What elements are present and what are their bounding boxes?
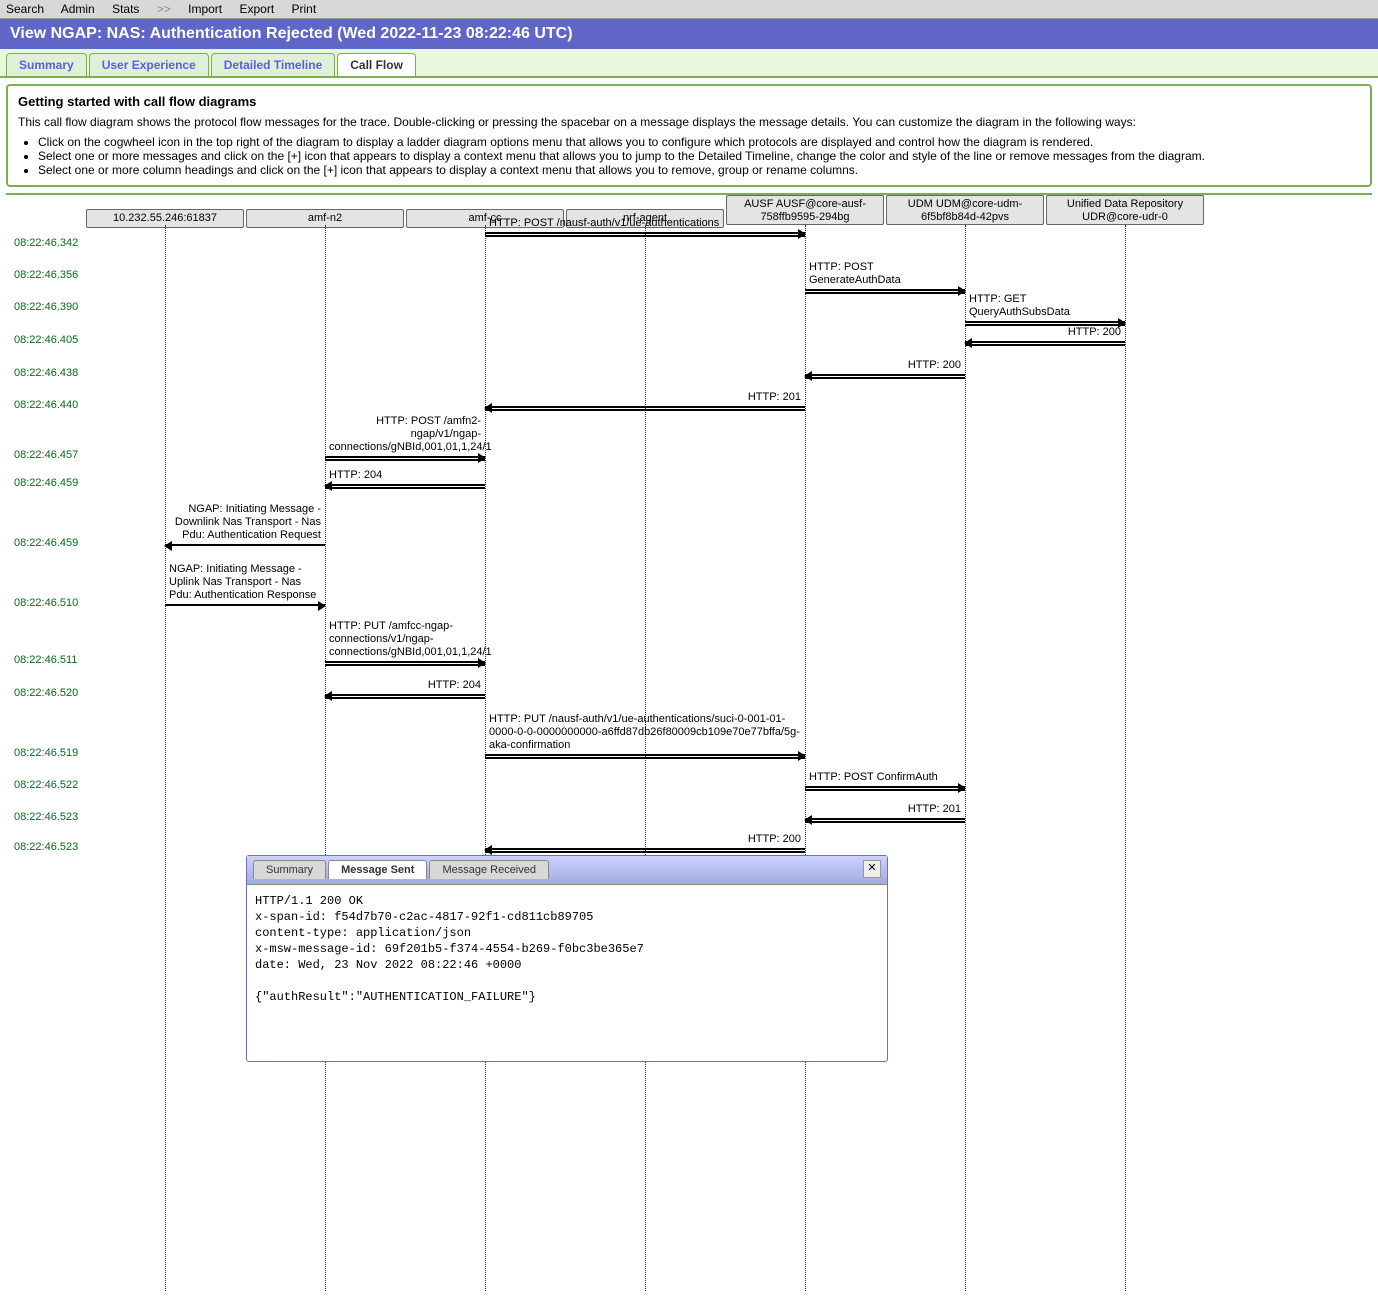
message-label: HTTP: 201 <box>805 803 965 818</box>
message[interactable]: HTTP: POST /amfn2-ngap/v1/ngap-connectio… <box>325 415 485 456</box>
message[interactable]: HTTP: 201 <box>805 803 965 818</box>
timestamp: 08:22:46.405 <box>14 334 78 346</box>
message[interactable]: HTTP: POST GenerateAuthData <box>805 261 965 289</box>
timestamp: 08:22:46.511 <box>14 654 77 666</box>
message-label: HTTP: 200 <box>965 326 1125 341</box>
menu-admin[interactable]: Admin <box>61 2 95 16</box>
timestamp: 08:22:46.523 <box>14 811 78 823</box>
page-title: View NGAP: NAS: Authentication Rejected … <box>0 19 1378 49</box>
tab-detailed-timeline[interactable]: Detailed Timeline <box>211 53 335 76</box>
help-bullet: Select one or more messages and click on… <box>38 149 1360 163</box>
top-menu: Search Admin Stats >> Import Export Prin… <box>0 0 1378 19</box>
timestamp: 08:22:46.520 <box>14 687 78 699</box>
lifeline <box>965 225 966 1291</box>
panel-tab-message-sent[interactable]: Message Sent <box>328 860 427 879</box>
message[interactable]: HTTP: PUT /amfcc-ngap-connections/v1/nga… <box>325 620 485 661</box>
menu-import[interactable]: Import <box>188 2 222 16</box>
message[interactable]: HTTP: GET QueryAuthSubsData <box>965 293 1125 321</box>
message[interactable]: HTTP: POST /nausf-auth/v1/ue-authenticat… <box>485 217 805 232</box>
timestamp: 08:22:46.523 <box>14 841 78 853</box>
timestamp: 08:22:46.522 <box>14 779 78 791</box>
message[interactable]: HTTP: PUT /nausf-auth/v1/ue-authenticati… <box>485 713 805 754</box>
message-label: HTTP: PUT /amfcc-ngap-connections/v1/nga… <box>325 620 485 661</box>
menu-stats[interactable]: Stats <box>112 2 139 16</box>
message-detail-panel: SummaryMessage SentMessage Received ✕ HTTP… <box>246 855 888 1062</box>
timestamp: 08:22:46.519 <box>14 747 78 759</box>
message[interactable]: HTTP: 204 <box>325 679 485 694</box>
column-header[interactable]: Unified Data Repository UDR@core-udr-0 <box>1046 195 1204 225</box>
close-icon[interactable]: ✕ <box>863 860 881 878</box>
message-label: NGAP: Initiating Message - Downlink Nas … <box>165 503 325 544</box>
timestamp: 08:22:46.457 <box>14 449 78 461</box>
help-bullet: Click on the cogwheel icon in the top ri… <box>38 135 1360 149</box>
lifeline <box>1125 225 1126 1291</box>
message[interactable]: HTTP: 204 <box>325 469 485 484</box>
help-intro: This call flow diagram shows the protoco… <box>18 115 1360 129</box>
help-bullets: Click on the cogwheel icon in the top ri… <box>38 135 1360 177</box>
message-label: HTTP: POST GenerateAuthData <box>805 261 965 289</box>
panel-body: HTTP/1.1 200 OK x-span-id: f54d7b70-c2ac… <box>247 885 887 1061</box>
panel-tab-summary[interactable]: Summary <box>253 860 326 879</box>
timestamp: 08:22:46.356 <box>14 269 78 281</box>
message-label: HTTP: 204 <box>325 469 485 484</box>
message-label: HTTP: 200 <box>485 833 805 848</box>
tab-summary[interactable]: Summary <box>6 53 87 76</box>
lifeline <box>165 225 166 1291</box>
panel-tab-message-received[interactable]: Message Received <box>429 860 549 879</box>
panel-header: SummaryMessage SentMessage Received ✕ <box>247 856 887 885</box>
menu-print[interactable]: Print <box>292 2 317 16</box>
message[interactable]: HTTP: POST ConfirmAuth <box>805 771 965 786</box>
menu-export[interactable]: Export <box>239 2 274 16</box>
message[interactable]: NGAP: Initiating Message - Uplink Nas Tr… <box>165 563 325 604</box>
help-box: Getting started with call flow diagrams … <box>6 84 1372 187</box>
menu-search[interactable]: Search <box>6 2 44 16</box>
message-label: HTTP: PUT /nausf-auth/v1/ue-authenticati… <box>485 713 805 754</box>
tab-user-experience[interactable]: User Experience <box>89 53 209 76</box>
message-label: HTTP: 204 <box>325 679 485 694</box>
message[interactable]: HTTP: 200 <box>485 833 805 848</box>
message-label: NGAP: Initiating Message - Uplink Nas Tr… <box>165 563 325 604</box>
tab-call-flow[interactable]: Call Flow <box>337 53 416 76</box>
message-label: HTTP: POST /nausf-auth/v1/ue-authenticat… <box>485 217 805 232</box>
menu-separator: >> <box>157 2 171 16</box>
timestamp: 08:22:46.438 <box>14 367 78 379</box>
message-label: HTTP: GET QueryAuthSubsData <box>965 293 1125 321</box>
timestamp: 08:22:46.440 <box>14 399 78 411</box>
lifeline <box>325 225 326 1291</box>
help-bullet: Select one or more column headings and c… <box>38 163 1360 177</box>
message[interactable]: HTTP: 200 <box>965 326 1125 341</box>
timestamp: 08:22:46.459 <box>14 477 78 489</box>
timestamp: 08:22:46.459 <box>14 537 78 549</box>
tabbar: SummaryUser ExperienceDetailed TimelineC… <box>0 49 1378 78</box>
message-label: HTTP: 200 <box>805 359 965 374</box>
message-label: HTTP: POST /amfn2-ngap/v1/ngap-connectio… <box>325 415 485 456</box>
timestamp: 08:22:46.390 <box>14 301 78 313</box>
message[interactable]: HTTP: 200 <box>805 359 965 374</box>
timestamp: 08:22:46.510 <box>14 597 78 609</box>
message[interactable]: HTTP: 201 <box>485 391 805 406</box>
message-label: HTTP: 201 <box>485 391 805 406</box>
help-heading: Getting started with call flow diagrams <box>18 94 1360 109</box>
call-flow-diagram[interactable]: 10.232.55.246:61837amf-n2amf-ccnrf-agent… <box>6 193 1372 1291</box>
message[interactable]: NGAP: Initiating Message - Downlink Nas … <box>165 503 325 544</box>
message-label: HTTP: POST ConfirmAuth <box>805 771 965 786</box>
timestamp: 08:22:46.342 <box>14 237 78 249</box>
column-header[interactable]: UDM UDM@core-udm-6f5bf8b84d-42pvs <box>886 195 1044 225</box>
